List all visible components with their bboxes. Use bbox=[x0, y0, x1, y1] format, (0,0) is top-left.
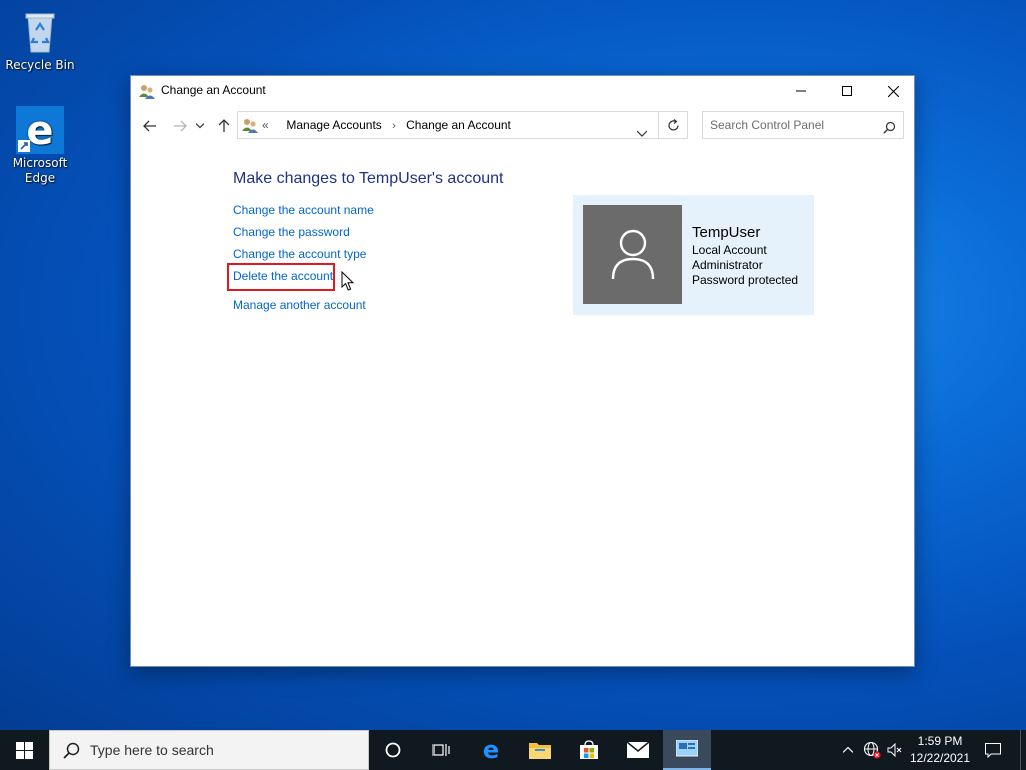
clock-time: 1:59 PM bbox=[917, 734, 963, 748]
up-button[interactable] bbox=[213, 115, 235, 137]
title-bar[interactable]: Change an Account bbox=[131, 76, 914, 106]
password-status: Password protected bbox=[692, 273, 799, 287]
maximize-icon bbox=[842, 86, 852, 96]
minimize-button[interactable] bbox=[778, 76, 824, 106]
user-icon bbox=[611, 229, 654, 279]
chevron-down-icon bbox=[636, 130, 648, 137]
forward-button[interactable] bbox=[169, 115, 191, 137]
store-icon bbox=[580, 740, 598, 759]
chevron-down-icon bbox=[196, 123, 204, 129]
account-type: Administrator bbox=[692, 258, 763, 272]
notification-icon bbox=[985, 742, 1001, 758]
show-desktop-button[interactable] bbox=[1020, 730, 1026, 770]
refresh-button[interactable] bbox=[658, 111, 688, 139]
svg-text:e: e bbox=[26, 108, 53, 154]
recycle-bin-icon bbox=[16, 8, 64, 56]
folder-icon bbox=[529, 743, 551, 759]
store-button[interactable] bbox=[565, 730, 613, 770]
search-icon[interactable] bbox=[883, 119, 896, 138]
search-box bbox=[702, 111, 904, 139]
window-title: Change an Account bbox=[161, 83, 266, 97]
clock[interactable]: 1:59 PM 12/22/2021 bbox=[905, 733, 975, 767]
control-panel-window: Change an Account « Manage Accounts › Ch… bbox=[130, 75, 915, 667]
edge-icon: e bbox=[483, 739, 499, 761]
chevron-right-icon: › bbox=[392, 120, 396, 132]
arrow-right-icon bbox=[174, 120, 187, 132]
recycle-bin-label: Recycle Bin bbox=[5, 58, 75, 72]
taskbar-search-text: Type here to search bbox=[90, 742, 214, 758]
task-view-icon bbox=[432, 744, 450, 756]
notifications-button[interactable] bbox=[975, 730, 1011, 770]
navigation-bar: « Manage Accounts › Change an Account bbox=[131, 110, 914, 142]
edge-taskbar-button[interactable]: e bbox=[467, 730, 515, 770]
search-icon bbox=[63, 742, 80, 763]
arrow-up-icon bbox=[218, 119, 230, 132]
edge-shortcut[interactable]: e Microsoft Edge bbox=[2, 106, 78, 186]
change-type-link[interactable]: Change the account type bbox=[233, 247, 366, 261]
breadcrumb: « Manage Accounts › Change an Account bbox=[262, 118, 511, 132]
taskbar: Type here to search e 1:59 PM 12/22/2021 bbox=[0, 730, 1026, 770]
cortana-icon bbox=[385, 742, 401, 758]
taskbar-search[interactable]: Type here to search bbox=[49, 730, 369, 770]
control-panel-taskbar-button[interactable] bbox=[663, 730, 711, 770]
delete-account-link[interactable]: Delete the account bbox=[233, 269, 333, 283]
page-title: Make changes to TempUser's account bbox=[233, 170, 504, 187]
breadcrumb-change-account[interactable]: Change an Account bbox=[406, 118, 511, 132]
task-view-button[interactable] bbox=[417, 730, 465, 770]
address-dropdown-button[interactable] bbox=[636, 122, 648, 141]
recent-locations-button[interactable] bbox=[193, 115, 207, 137]
user-card: TempUser Local Account Administrator Pas… bbox=[573, 195, 814, 315]
edge-label: Microsoft Edge bbox=[12, 156, 68, 185]
windows-logo-icon bbox=[16, 741, 33, 759]
control-panel-icon bbox=[676, 740, 698, 757]
manage-another-link[interactable]: Manage another account bbox=[233, 298, 366, 312]
change-password-link[interactable]: Change the password bbox=[233, 225, 350, 239]
address-bar[interactable]: « Manage Accounts › Change an Account bbox=[237, 111, 688, 139]
breadcrumb-manage-accounts[interactable]: Manage Accounts bbox=[286, 118, 381, 132]
network-globe-icon bbox=[863, 741, 881, 759]
maximize-button[interactable] bbox=[824, 76, 870, 106]
file-explorer-button[interactable] bbox=[516, 730, 564, 770]
volume-muted-icon bbox=[887, 743, 902, 757]
mail-button[interactable] bbox=[614, 730, 662, 770]
cortana-button[interactable] bbox=[369, 730, 417, 770]
minimize-icon bbox=[796, 90, 806, 92]
volume-button[interactable] bbox=[884, 730, 906, 770]
back-button[interactable] bbox=[139, 115, 161, 137]
chevron-up-icon bbox=[843, 747, 853, 753]
breadcrumb-overflow[interactable]: « bbox=[262, 118, 269, 132]
user-name: TempUser bbox=[692, 224, 761, 241]
network-button[interactable] bbox=[860, 730, 884, 770]
edge-icon: e bbox=[16, 106, 64, 154]
close-button[interactable] bbox=[870, 76, 916, 106]
user-accounts-icon bbox=[242, 117, 258, 137]
svg-text:e: e bbox=[483, 739, 499, 761]
change-name-link[interactable]: Change the account name bbox=[233, 203, 374, 217]
search-input[interactable] bbox=[710, 117, 870, 133]
mouse-cursor-icon bbox=[341, 270, 355, 296]
arrow-left-icon bbox=[143, 120, 156, 132]
refresh-icon bbox=[667, 118, 679, 131]
account-kind: Local Account bbox=[692, 243, 767, 257]
user-accounts-icon bbox=[139, 83, 155, 103]
mail-icon bbox=[627, 742, 649, 758]
start-button[interactable] bbox=[0, 730, 49, 770]
close-icon bbox=[887, 85, 899, 97]
clock-date: 12/22/2021 bbox=[909, 751, 971, 765]
recycle-bin-shortcut[interactable]: Recycle Bin bbox=[2, 8, 78, 73]
show-hidden-icons-button[interactable] bbox=[838, 730, 858, 770]
avatar bbox=[583, 205, 682, 304]
